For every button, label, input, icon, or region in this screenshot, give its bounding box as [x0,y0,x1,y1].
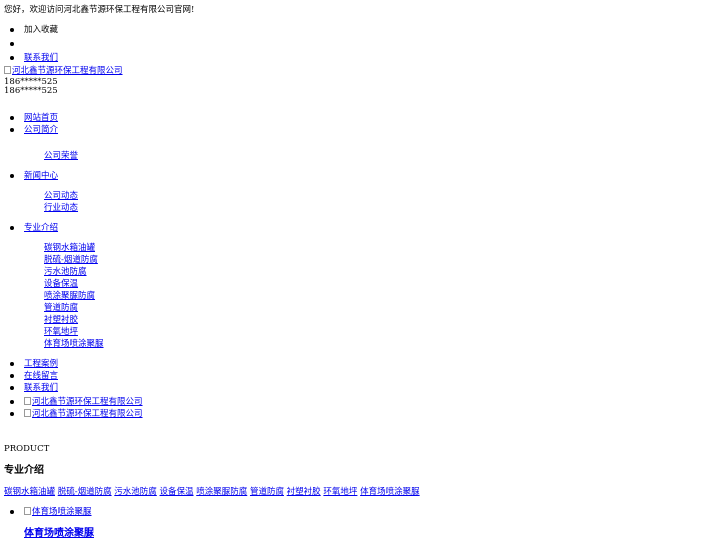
news-industry-link[interactable]: 行业动态 [44,202,104,214]
product-image-alt: 体育场喷涂聚脲 [32,507,92,517]
nav-item-cases[interactable]: 工程案例 [10,358,104,370]
product-list: 体育场喷涂聚脲 体育场喷涂聚脲 [10,506,94,540]
category-link[interactable]: 衬塑衬胶 [287,487,321,497]
nav-item-home[interactable]: 网站首页 [10,112,104,124]
logo-alt-text: 河北鑫节源环保工程有限公司 [12,66,123,76]
nav-item-message[interactable]: 在线留言 [10,370,104,382]
contact-top-item[interactable]: 联系我们 [9,52,58,64]
broken-image-icon [24,397,31,405]
banner-link[interactable]: 河北鑫节源环保工程有限公司 [24,397,143,407]
top-links: 加入收藏 联系我们 [9,24,58,64]
service-link[interactable]: 脱硫-烟道防腐 [44,254,104,266]
nav-message-link[interactable]: 在线留言 [24,371,58,381]
add-favorite-link[interactable]: 加入收藏 [24,25,58,35]
news-submenu: 公司动态 行业动态 [44,190,104,214]
add-favorite-item[interactable]: 加入收藏 [9,24,58,36]
service-link[interactable]: 环氧地坪 [44,326,104,338]
category-link[interactable]: 脱硫-烟道防腐 [58,487,112,497]
submenu-item[interactable]: 管道防腐 [44,302,104,314]
nav-item-about[interactable]: 公司简介 公司荣誉 [10,124,104,162]
submenu-item[interactable]: 喷涂聚脲防腐 [44,290,104,302]
welcome-text: 您好，欢迎访问河北鑫节源环保工程有限公司官网! [4,5,195,15]
news-company-link[interactable]: 公司动态 [44,190,104,202]
category-link[interactable]: 体育场喷涂聚脲 [360,487,420,497]
about-honor-link[interactable]: 公司荣誉 [44,150,104,162]
submenu-item[interactable]: 设备保温 [44,278,104,290]
product-item-title[interactable]: 体育场喷涂聚脲 [24,528,94,540]
nav-contact-link[interactable]: 联系我们 [24,383,58,393]
service-link[interactable]: 污水池防腐 [44,266,104,278]
submenu-item[interactable]: 行业动态 [44,202,104,214]
service-link[interactable]: 设备保温 [44,278,104,290]
about-submenu: 公司荣誉 [44,150,104,162]
nav-about-link[interactable]: 公司简介 [24,125,58,135]
main-nav: 网站首页 公司简介 公司荣誉 新闻中心 公司动态 行业动态 专业介绍 碳钢水箱油… [10,112,104,394]
category-link[interactable]: 设备保温 [160,487,194,497]
banner-slide[interactable]: 河北鑫节源环保工程有限公司 [10,408,143,420]
submenu-item[interactable]: 公司动态 [44,190,104,202]
product-item[interactable]: 体育场喷涂聚脲 体育场喷涂聚脲 [10,506,94,540]
service-link[interactable]: 喷涂聚脲防腐 [44,290,104,302]
submenu-item[interactable]: 脱硫-烟道防腐 [44,254,104,266]
service-link[interactable]: 衬塑衬胶 [44,314,104,326]
product-en-label: PRODUCT [4,444,50,454]
nav-item-news[interactable]: 新闻中心 公司动态 行业动态 [10,170,104,214]
broken-image-icon [24,507,31,515]
category-link[interactable]: 喷涂聚脲防腐 [196,487,247,497]
nav-item-contact[interactable]: 联系我们 [10,382,104,394]
nav-home-link[interactable]: 网站首页 [24,113,58,123]
product-image-link[interactable]: 体育场喷涂聚脲 [24,507,92,517]
submenu-item[interactable]: 污水池防腐 [44,266,104,278]
submenu-item[interactable]: 环氧地坪 [44,326,104,338]
nav-cases-link[interactable]: 工程案例 [24,359,58,369]
banner-link[interactable]: 河北鑫节源环保工程有限公司 [24,409,143,419]
submenu-item[interactable]: 体育场喷涂聚脲 [44,338,104,350]
category-link[interactable]: 碳钢水箱油罐 [4,487,55,497]
submenu-item[interactable]: 衬塑衬胶 [44,314,104,326]
banner-slide[interactable]: 河北鑫节源环保工程有限公司 [10,396,143,408]
broken-image-icon [24,409,31,417]
category-link[interactable]: 污水池防腐 [114,487,157,497]
product-category-bar: 碳钢水箱油罐 脱硫-烟道防腐 污水池防腐 设备保温 喷涂聚脲防腐 管道防腐 衬塑… [4,486,420,498]
banner-slider: 河北鑫节源环保工程有限公司 河北鑫节源环保工程有限公司 [10,396,143,420]
submenu-item[interactable]: 公司荣誉 [44,150,104,162]
product-title-link[interactable]: 体育场喷涂聚脲 [24,528,94,539]
submenu-item[interactable]: 碳钢水箱油罐 [44,242,104,254]
service-link[interactable]: 碳钢水箱油罐 [44,242,104,254]
banner-alt-text: 河北鑫节源环保工程有限公司 [32,397,143,407]
broken-image-icon [4,66,11,74]
contact-top-link[interactable]: 联系我们 [24,53,58,63]
services-submenu: 碳钢水箱油罐 脱硫-烟道防腐 污水池防腐 设备保温 喷涂聚脲防腐 管道防腐 衬塑… [44,242,104,350]
product-title: 专业介绍 [4,465,44,476]
banner-alt-text: 河北鑫节源环保工程有限公司 [32,409,143,419]
category-link[interactable]: 管道防腐 [250,487,284,497]
service-link[interactable]: 体育场喷涂聚脲 [44,338,104,350]
logo-link[interactable]: 河北鑫节源环保工程有限公司 [4,66,123,76]
nav-services-link[interactable]: 专业介绍 [24,223,58,233]
service-link[interactable]: 管道防腐 [44,302,104,314]
nav-item-services[interactable]: 专业介绍 碳钢水箱油罐 脱硫-烟道防腐 污水池防腐 设备保温 喷涂聚脲防腐 管道… [10,222,104,350]
nav-news-link[interactable]: 新闻中心 [24,171,58,181]
phone-number-secondary: 186*****525 [4,86,58,96]
empty-top-item [9,38,58,50]
category-link[interactable]: 环氧地坪 [323,487,357,497]
